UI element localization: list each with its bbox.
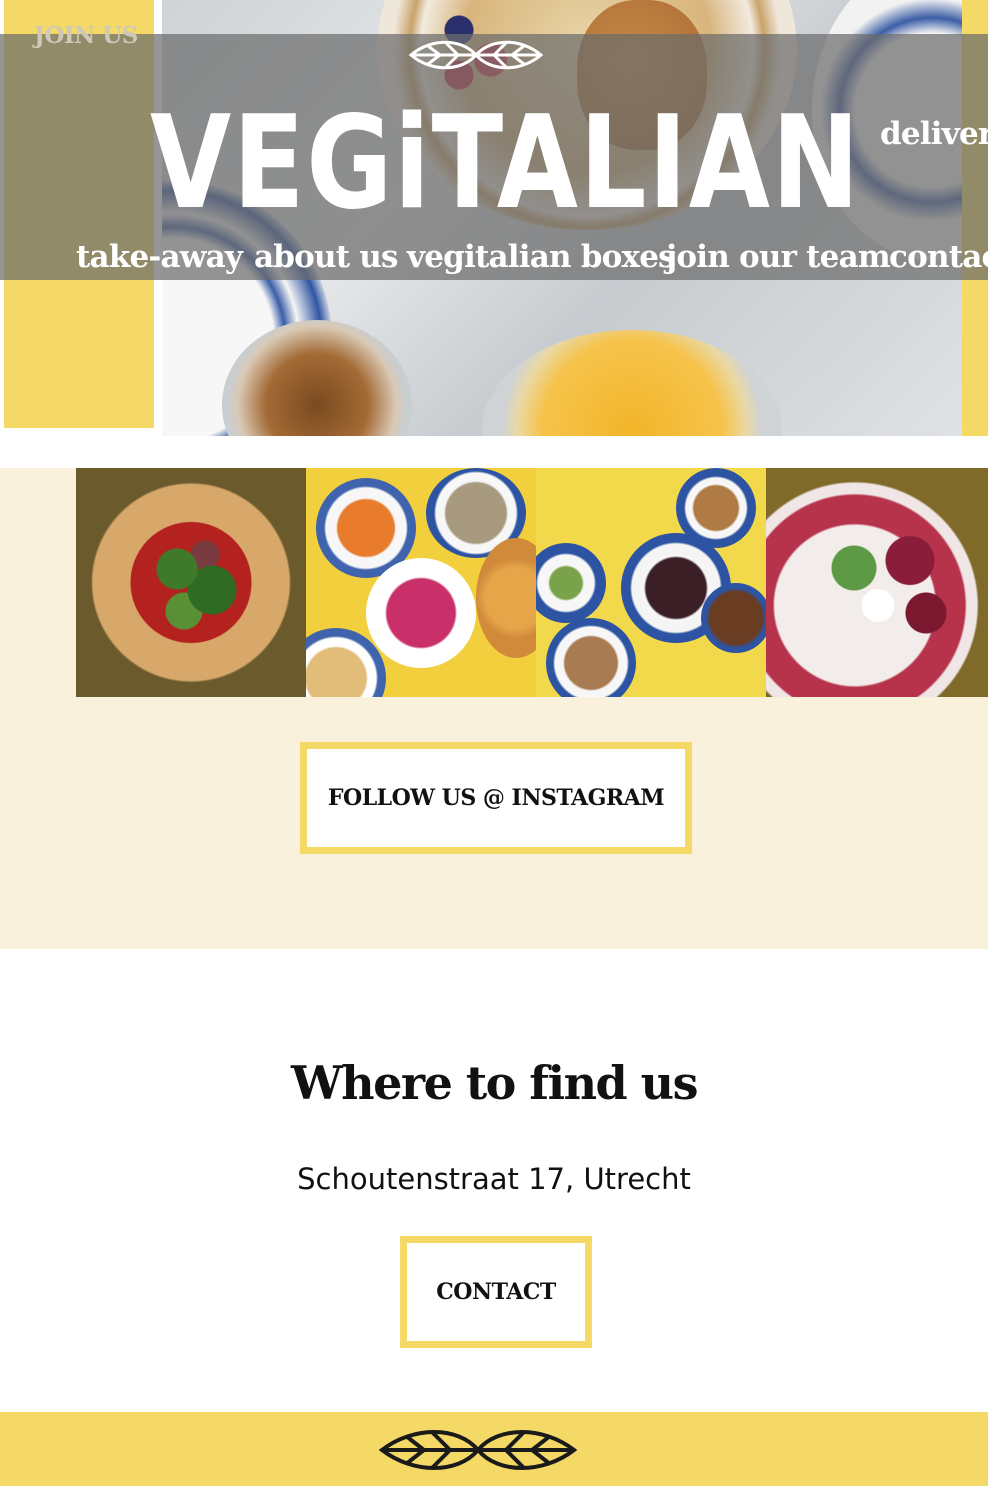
nav-about-us[interactable]: about us — [254, 239, 398, 275]
nav-vegitalian-boxes[interactable]: vegitalian boxes — [407, 239, 676, 275]
plate — [366, 558, 476, 668]
plate — [701, 583, 766, 653]
join-us-link[interactable]: JOIN US — [34, 22, 138, 49]
instagram-photo-toast[interactable] — [766, 468, 988, 697]
footer-band — [0, 1412, 988, 1486]
follow-instagram-button[interactable]: FOLLOW US @ INSTAGRAM — [300, 742, 692, 854]
double-leaf-icon — [378, 1430, 578, 1470]
vegitalian-logo[interactable]: VEGiTALIAN — [150, 94, 860, 234]
instagram-photo-brunch[interactable] — [536, 468, 766, 697]
address-text: Schoutenstraat 17, Utrecht — [297, 1162, 691, 1196]
toast-toppings — [806, 508, 966, 658]
nav-contact[interactable]: contact — [889, 239, 988, 275]
orange-juice-glass — [482, 330, 782, 436]
instagram-section: FOLLOW US @ INSTAGRAM — [0, 468, 988, 949]
pizza-toppings — [121, 513, 261, 653]
plate — [536, 543, 606, 623]
instagram-photo-pizza[interactable] — [76, 468, 306, 697]
nav-delivery[interactable]: delivery — [880, 116, 988, 152]
instagram-photo-dishes[interactable] — [306, 468, 536, 697]
plate — [546, 618, 636, 697]
double-leaf-icon — [408, 40, 544, 70]
nav-take-away[interactable]: take-away — [76, 239, 243, 275]
find-us-heading: Where to find us — [290, 1056, 699, 1110]
nav-join-our-team[interactable]: join our team — [666, 239, 891, 275]
hero-banner: JOIN US VEGiTALIAN delivery take-away ab… — [0, 0, 988, 440]
contact-button[interactable]: CONTACT — [400, 1236, 592, 1348]
plate — [676, 468, 756, 548]
